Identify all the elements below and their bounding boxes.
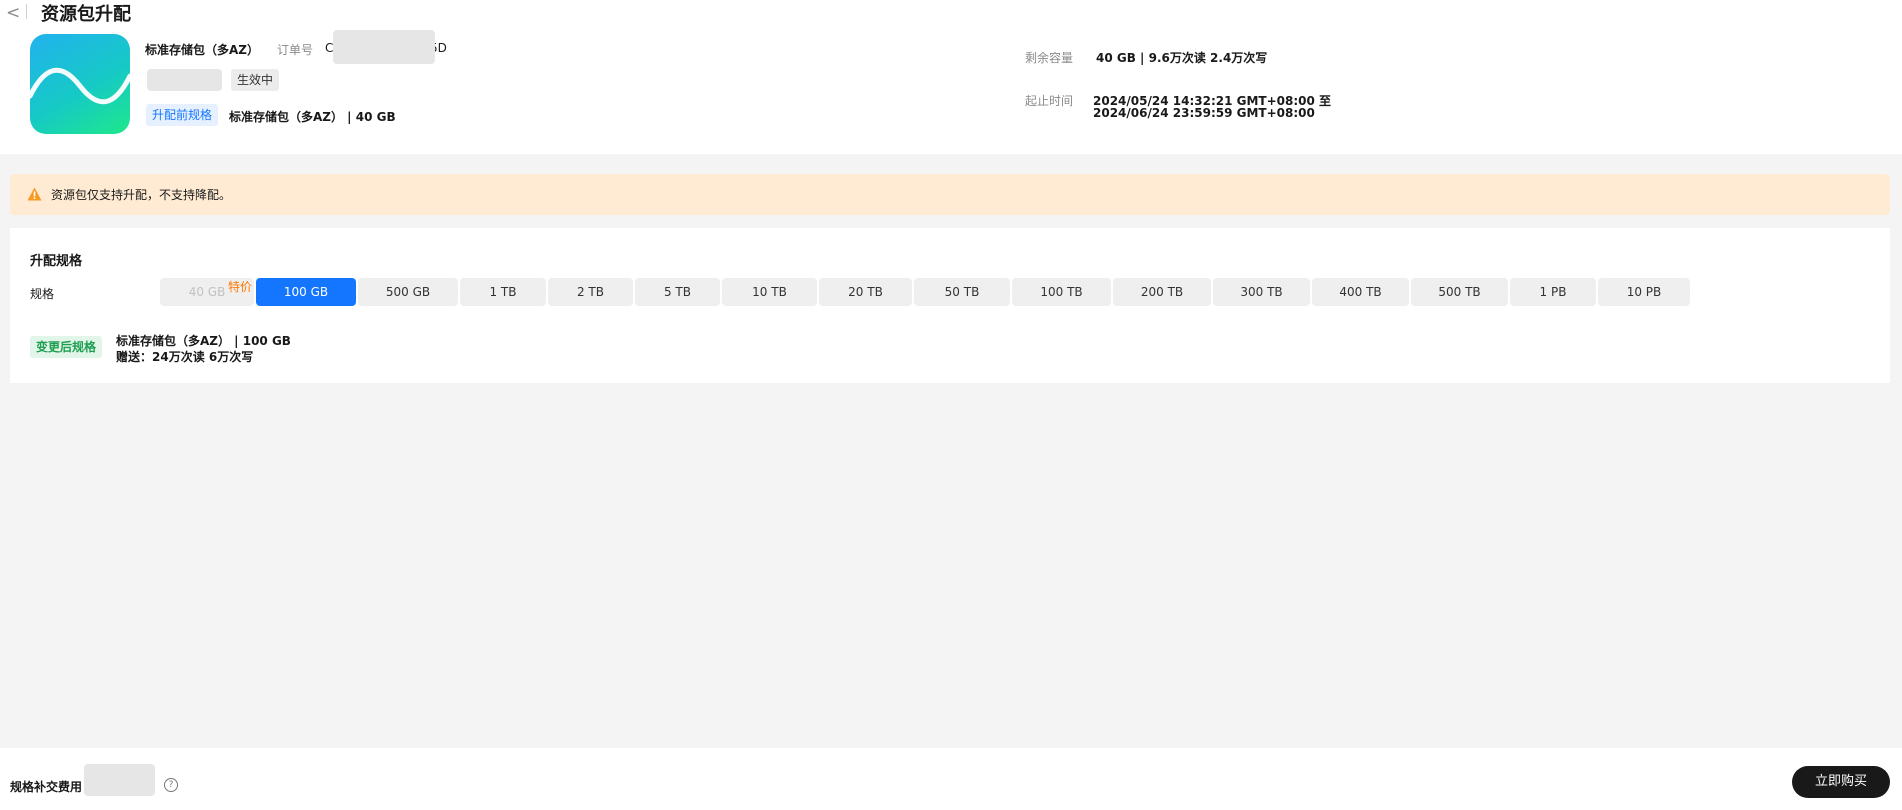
spec-option-10tb[interactable]: 10 TB	[722, 278, 817, 306]
redacted-fee-amount	[84, 764, 155, 796]
spec-option-1tb[interactable]: 1 TB	[460, 278, 546, 306]
spec-option-500gb[interactable]: 500 GB	[358, 278, 458, 306]
spec-option-500tb[interactable]: 500 TB	[1411, 278, 1508, 306]
after-spec-value: 标准存储包（多AZ） | 100 GB	[116, 334, 291, 348]
fee-label: 规格补交费用	[10, 780, 83, 794]
spec-option-400tb[interactable]: 400 TB	[1312, 278, 1409, 306]
buy-now-button[interactable]: 立即购买	[1792, 766, 1890, 798]
page-title: 资源包升配	[41, 4, 131, 25]
upgrade-spec-card: 升配规格 规格 40 GB 100 GB 500 GB 1 TB 2 TB 5 TB 10 …	[10, 228, 1890, 383]
redacted-package-id	[147, 69, 222, 91]
section-title: 升配规格	[30, 254, 83, 269]
after-spec-bonus: 赠送：24万次读 6万次写	[116, 350, 254, 364]
spec-option-5tb[interactable]: 5 TB	[635, 278, 720, 306]
spec-option-2tb[interactable]: 2 TB	[548, 278, 633, 306]
before-spec-value: 标准存储包（多AZ） | 40 GB	[229, 110, 396, 124]
promo-badge: 特价	[228, 280, 253, 294]
status-badge: 生效中	[231, 69, 280, 91]
spec-option-300tb[interactable]: 300 TB	[1213, 278, 1310, 306]
remaining-capacity-value: 40 GB | 9.6万次读 2.4万次写	[1096, 51, 1268, 65]
spec-option-20tb[interactable]: 20 TB	[819, 278, 912, 306]
remaining-capacity-label: 剩余容量	[1025, 51, 1074, 65]
before-spec-label: 升配前规格	[146, 104, 219, 126]
spec-option-200tb[interactable]: 200 TB	[1113, 278, 1211, 306]
question-icon[interactable]: ?	[164, 778, 178, 792]
redacted-order-id	[333, 30, 435, 64]
spec-option-100tb[interactable]: 100 TB	[1012, 278, 1111, 306]
after-spec-label: 变更后规格	[30, 336, 103, 358]
spec-label: 规格	[30, 287, 55, 301]
footer-bar: 规格补交费用 ? 立即购买	[0, 748, 1902, 810]
storage-package-logo-icon	[30, 34, 130, 134]
divider	[26, 4, 27, 19]
spec-option-50tb[interactable]: 50 TB	[914, 278, 1010, 306]
validity-period-end: 2024/06/24 23:59:59 GMT+08:00	[1093, 106, 1315, 120]
spec-option-100gb[interactable]: 100 GB	[256, 278, 356, 306]
package-name: 标准存储包（多AZ）	[145, 43, 259, 57]
warning-icon	[27, 187, 42, 201]
notice-banner: 资源包仅支持升配，不支持降配。	[10, 174, 1890, 215]
order-label: 订单号	[277, 43, 314, 57]
back-icon[interactable]: <	[6, 3, 20, 23]
spec-option-1pb[interactable]: 1 PB	[1510, 278, 1596, 306]
notice-text: 资源包仅支持升配，不支持降配。	[51, 188, 232, 202]
validity-period-label: 起止时间	[1025, 94, 1074, 108]
spec-option-10pb[interactable]: 10 PB	[1598, 278, 1690, 306]
header-panel: < 资源包升配 标准存储包（多AZ） 订单号 C 5D 5 生效中 升配前规格 …	[0, 0, 1902, 154]
